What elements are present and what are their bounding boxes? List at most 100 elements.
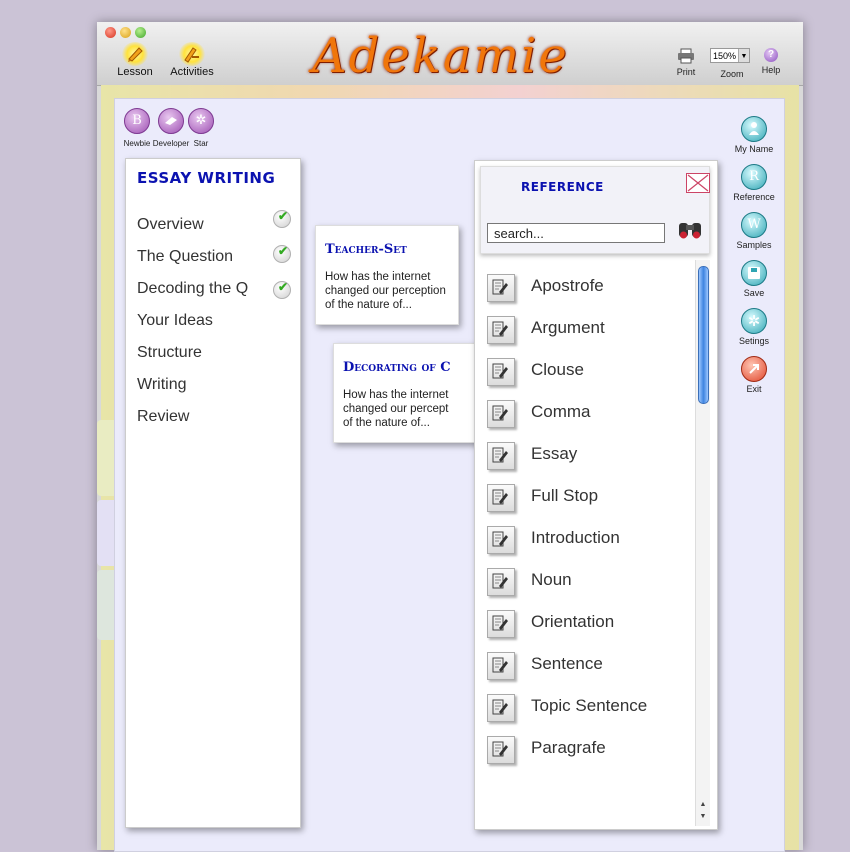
note-line: of the nature of... <box>343 417 430 429</box>
document-edit-icon <box>487 484 515 512</box>
exit-button[interactable]: Exit <box>730 356 778 394</box>
note-teacher-set[interactable]: Teacher-Set How has the internet changed… <box>315 225 459 325</box>
note-title: Teacher-Set <box>325 242 407 257</box>
document-edit-icon <box>487 442 515 470</box>
lesson-item-structure[interactable]: Structure <box>137 344 202 362</box>
zoom-label: Zoom <box>720 69 744 79</box>
check-icon: ✔ <box>273 280 291 299</box>
lesson-button[interactable]: Lesson <box>115 42 155 78</box>
note-line: changed our percept <box>343 403 449 415</box>
chevron-down-icon: ▼ <box>738 49 749 62</box>
reference-item-label: Noun <box>531 570 572 589</box>
newbie-badge-icon: B <box>124 108 150 134</box>
lesson-icon <box>122 42 148 66</box>
reference-title: REFERENCE <box>521 180 604 194</box>
document-edit-icon <box>487 358 515 386</box>
note-decorating[interactable]: Decorating of C How has the internet cha… <box>333 343 485 443</box>
reference-item-label: Introduction <box>531 528 620 547</box>
lesson-item-review[interactable]: Review <box>137 408 189 426</box>
lesson-label: Lesson <box>117 66 153 78</box>
samples-icon: W <box>741 212 767 238</box>
reference-item-label: Argument <box>531 318 605 337</box>
reference-item-label: Full Stop <box>531 486 599 505</box>
lesson-item-your-ideas[interactable]: Your Ideas <box>137 312 213 330</box>
reference-item-label: Apostrofe <box>531 276 604 295</box>
page-tab[interactable] <box>97 500 115 566</box>
reference-item-label: Topic Sentence <box>531 696 648 715</box>
level-label: Star <box>193 139 209 148</box>
note-line: of the nature of... <box>325 299 412 311</box>
reference-item-label: Clouse <box>531 360 584 379</box>
reference-scrollbar[interactable]: ▲ ▼ <box>695 260 710 826</box>
reference-icon: R <box>741 164 767 190</box>
scroll-up-icon[interactable]: ▲ <box>698 800 708 809</box>
document-edit-icon <box>487 652 515 680</box>
binoculars-search-icon[interactable] <box>677 219 703 246</box>
document-edit-icon <box>487 526 515 554</box>
page-tab[interactable] <box>97 570 115 640</box>
activities-button[interactable]: Activities <box>167 42 217 78</box>
note-title: Decorating of C <box>343 360 451 375</box>
print-button[interactable]: Print <box>674 47 698 77</box>
document-edit-icon <box>487 694 515 722</box>
zoom-select[interactable]: 150% ▼ <box>710 48 750 63</box>
check-icon: ✔ <box>273 209 291 228</box>
document-edit-icon <box>487 316 515 344</box>
print-label: Print <box>676 67 696 77</box>
help-label: Help <box>761 65 781 75</box>
note-line: How has the internet <box>325 271 431 283</box>
lesson-item-decoding[interactable]: Decoding the Q <box>137 280 248 298</box>
reference-label: Reference <box>733 192 775 202</box>
reference-item-label: Orientation <box>531 612 615 631</box>
gear-icon: ✲ <box>741 308 767 334</box>
my-name-button[interactable]: My Name <box>730 116 778 154</box>
exit-label: Exit <box>746 384 762 394</box>
search-input[interactable] <box>487 223 665 243</box>
zoom-window-button[interactable] <box>135 27 146 38</box>
save-button[interactable]: Save <box>730 260 778 298</box>
minimize-window-button[interactable] <box>120 27 131 38</box>
reference-item-label: Essay <box>531 444 578 463</box>
printer-icon <box>678 48 694 64</box>
lesson-panel: ESSAY WRITING Overview ✔ The Question ✔ … <box>125 158 301 828</box>
app-logo: Adekamie <box>312 28 569 84</box>
title-bar: Lesson Activities Adekamie Print 150% ▼ … <box>97 22 803 86</box>
reference-item-label: Comma <box>531 402 591 421</box>
floppy-icon <box>741 260 767 286</box>
document-edit-icon <box>487 568 515 596</box>
level-star[interactable]: ✲ Star <box>181 108 221 148</box>
note-line: How has the internet <box>343 389 449 401</box>
settings-button[interactable]: ✲ Setings <box>730 308 778 346</box>
lesson-item-writing[interactable]: Writing <box>137 376 187 394</box>
samples-label: Samples <box>736 240 772 250</box>
help-button[interactable]: ? Help <box>759 47 783 75</box>
zoom-value: 150% <box>713 51 737 61</box>
reference-item-label: Paragrafe <box>531 738 606 757</box>
samples-button[interactable]: W Samples <box>730 212 778 250</box>
activities-label: Activities <box>170 66 214 78</box>
exit-icon <box>741 356 767 382</box>
document-edit-icon <box>487 736 515 764</box>
help-icon: ? <box>764 48 778 62</box>
reference-panel: REFERENCE Apostrofe Argument Clouse Comm… <box>474 160 718 830</box>
page-tab[interactable] <box>97 420 115 496</box>
scrollbar-thumb[interactable] <box>698 266 709 404</box>
check-icon: ✔ <box>273 244 291 263</box>
lesson-item-overview[interactable]: Overview <box>137 216 204 234</box>
document-edit-icon <box>487 400 515 428</box>
note-body: How has the internet changed our percept… <box>325 270 446 312</box>
close-window-button[interactable] <box>105 27 116 38</box>
close-icon[interactable] <box>686 173 710 193</box>
person-icon <box>741 116 767 142</box>
note-line: changed our perception <box>325 285 446 297</box>
scroll-down-icon[interactable]: ▼ <box>698 812 708 821</box>
my-name-label: My Name <box>734 144 774 154</box>
star-icon: ✲ <box>188 108 214 134</box>
lesson-item-the-question[interactable]: The Question <box>137 248 233 266</box>
reference-header: REFERENCE <box>480 166 710 254</box>
reference-button[interactable]: R Reference <box>730 164 778 202</box>
document-edit-icon <box>487 610 515 638</box>
lesson-title: ESSAY WRITING <box>137 169 276 187</box>
save-label: Save <box>743 288 765 298</box>
settings-label: Setings <box>738 336 770 346</box>
